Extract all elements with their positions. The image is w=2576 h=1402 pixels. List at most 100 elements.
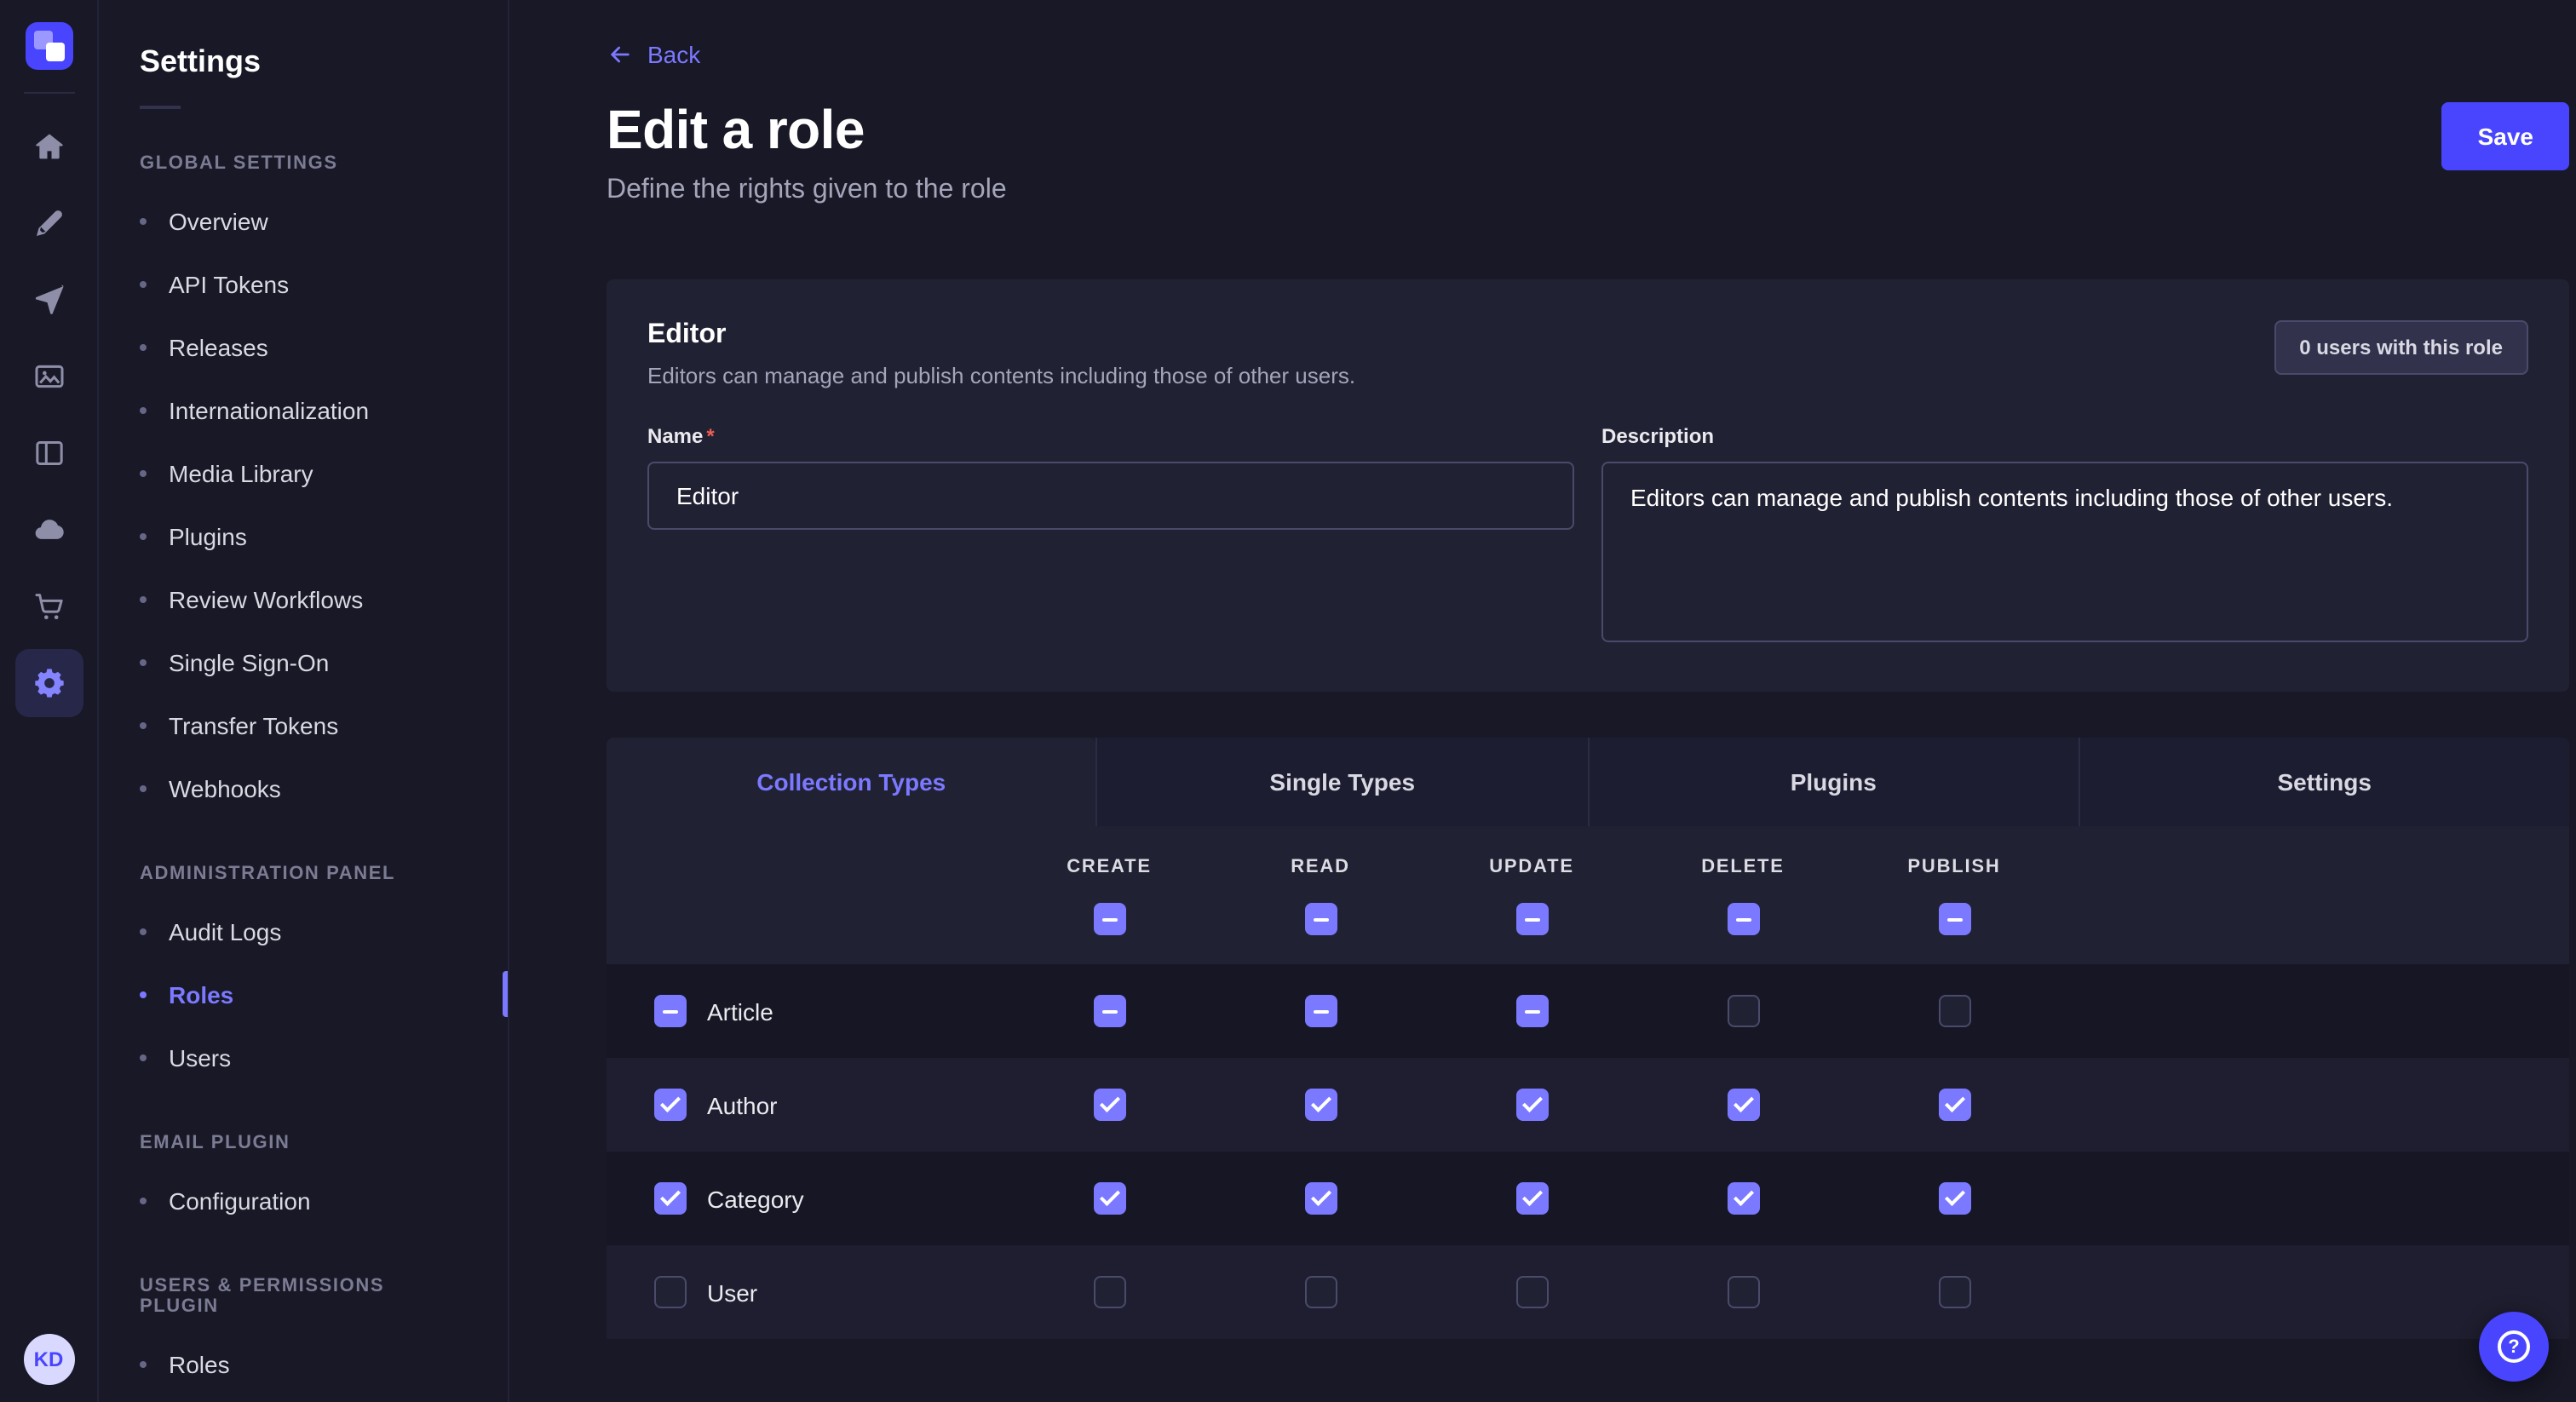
bullet-icon <box>140 928 147 934</box>
sidebar-item-review-workflows[interactable]: Review Workflows <box>99 567 508 630</box>
article-publish-checkbox[interactable] <box>1938 995 1970 1027</box>
bullet-icon <box>140 784 147 791</box>
sidebar-item-up-roles[interactable]: Roles <box>99 1332 508 1395</box>
sidebar-item-single-sign-on[interactable]: Single Sign-On <box>99 630 508 693</box>
item-label: Roles <box>169 980 233 1008</box>
back-arrow-icon <box>607 41 634 68</box>
media-library-icon[interactable] <box>14 342 83 410</box>
question-mark-icon: ? <box>2498 1330 2530 1363</box>
row-label: Category <box>707 1185 804 1212</box>
tab-label: Single Types <box>1269 768 1415 796</box>
user-avatar[interactable]: KD <box>23 1334 74 1385</box>
item-label: Audit Logs <box>169 917 281 945</box>
bullet-icon <box>140 721 147 728</box>
sidebar-item-webhooks[interactable]: Webhooks <box>99 756 508 819</box>
user-delete-checkbox[interactable] <box>1727 1276 1759 1308</box>
row-label: Article <box>707 997 773 1025</box>
author-update-checkbox[interactable] <box>1515 1089 1548 1121</box>
sidebar-section-administration-panel: ADMINISTRATION PANEL Audit Logs Roles Us… <box>99 836 508 1089</box>
page-subtitle: Define the rights given to the role <box>607 175 1007 206</box>
permission-row-user: User <box>607 1245 2569 1339</box>
name-input[interactable] <box>647 462 1574 530</box>
sidebar-item-overview[interactable]: Overview <box>99 189 508 252</box>
user-publish-checkbox[interactable] <box>1938 1276 1970 1308</box>
row-select-checkbox[interactable] <box>654 995 687 1027</box>
content-pen-icon[interactable] <box>14 188 83 256</box>
name-field-label: Name <box>647 424 703 448</box>
user-read-checkbox[interactable] <box>1304 1276 1337 1308</box>
user-update-checkbox[interactable] <box>1515 1276 1548 1308</box>
category-read-checkbox[interactable] <box>1304 1182 1337 1215</box>
sidebar-title: Settings <box>99 41 508 82</box>
row-select-checkbox[interactable] <box>654 1276 687 1308</box>
paper-plane-icon[interactable] <box>14 265 83 333</box>
category-publish-checkbox[interactable] <box>1938 1182 1970 1215</box>
sidebar-item-releases[interactable]: Releases <box>99 315 508 378</box>
home-icon[interactable] <box>14 112 83 180</box>
settings-gear-icon[interactable] <box>14 648 83 716</box>
select-all-publish-checkbox[interactable] <box>1938 903 1970 935</box>
column-header-update: UPDATE <box>1426 857 1637 877</box>
tab-settings[interactable]: Settings <box>2079 738 2570 826</box>
bullet-icon <box>140 991 147 997</box>
tab-collection-types[interactable]: Collection Types <box>607 738 1096 826</box>
sidebar-item-admin-roles[interactable]: Roles <box>99 962 508 1026</box>
sidebar-item-admin-users[interactable]: Users <box>99 1026 508 1089</box>
sidebar-item-api-tokens[interactable]: API Tokens <box>99 252 508 315</box>
sidebar-item-email-configuration[interactable]: Configuration <box>99 1169 508 1232</box>
category-create-checkbox[interactable] <box>1093 1182 1125 1215</box>
row-select-checkbox[interactable] <box>654 1089 687 1121</box>
select-all-delete-checkbox[interactable] <box>1727 903 1759 935</box>
sidebar-item-plugins[interactable]: Plugins <box>99 504 508 567</box>
content-manager-icon[interactable] <box>14 418 83 486</box>
item-label: Single Sign-On <box>169 648 329 675</box>
select-all-update-checkbox[interactable] <box>1515 903 1548 935</box>
article-read-checkbox[interactable] <box>1304 995 1337 1027</box>
marketplace-cart-icon[interactable] <box>14 572 83 640</box>
row-select-checkbox[interactable] <box>654 1182 687 1215</box>
help-button[interactable]: ? <box>2479 1312 2549 1382</box>
sidebar-section-users-permissions-plugin: USERS & PERMISSIONS PLUGIN Roles Provide… <box>99 1249 508 1402</box>
select-all-read-checkbox[interactable] <box>1304 903 1337 935</box>
users-with-role-badge[interactable]: 0 users with this role <box>2274 320 2528 375</box>
settings-sidebar: Settings GLOBAL SETTINGS Overview API To… <box>99 0 509 1402</box>
permission-row-category: Category <box>607 1152 2569 1245</box>
sidebar-title-divider <box>140 106 181 109</box>
description-field-label: Description <box>1601 424 1714 448</box>
item-label: Review Workflows <box>169 585 363 612</box>
item-label: Transfer Tokens <box>169 711 338 738</box>
role-description-text: Editors can manage and publish contents … <box>647 363 1355 388</box>
category-update-checkbox[interactable] <box>1515 1182 1548 1215</box>
app-root: KD Settings GLOBAL SETTINGS Overview API… <box>0 0 2576 1402</box>
sidebar-item-transfer-tokens[interactable]: Transfer Tokens <box>99 693 508 756</box>
article-create-checkbox[interactable] <box>1093 995 1125 1027</box>
category-delete-checkbox[interactable] <box>1727 1182 1759 1215</box>
strapi-logo[interactable] <box>25 22 72 70</box>
item-label: Internationalization <box>169 396 369 423</box>
permission-row-article: Article <box>607 964 2569 1058</box>
permissions-tabs: Collection Types Single Types Plugins Se… <box>607 738 2569 826</box>
select-all-create-checkbox[interactable] <box>1093 903 1125 935</box>
cloud-icon[interactable] <box>14 495 83 563</box>
author-publish-checkbox[interactable] <box>1938 1089 1970 1121</box>
tab-single-types[interactable]: Single Types <box>1096 738 1588 826</box>
sidebar-item-up-providers[interactable]: Providers <box>99 1395 508 1402</box>
sidebar-item-media-library[interactable]: Media Library <box>99 441 508 504</box>
article-update-checkbox[interactable] <box>1515 995 1548 1027</box>
role-name-heading: Editor <box>647 320 1355 351</box>
description-textarea[interactable]: Editors can manage and publish contents … <box>1601 462 2528 642</box>
tab-label: Plugins <box>1791 768 1877 796</box>
role-details-card: Editor Editors can manage and publish co… <box>607 279 2569 692</box>
sidebar-item-internationalization[interactable]: Internationalization <box>99 378 508 441</box>
user-create-checkbox[interactable] <box>1093 1276 1125 1308</box>
tab-plugins[interactable]: Plugins <box>1587 738 2079 826</box>
save-button[interactable]: Save <box>2442 102 2569 170</box>
author-delete-checkbox[interactable] <box>1727 1089 1759 1121</box>
author-read-checkbox[interactable] <box>1304 1089 1337 1121</box>
page-header: Edit a role Define the rights given to t… <box>607 99 2569 206</box>
author-create-checkbox[interactable] <box>1093 1089 1125 1121</box>
sidebar-item-audit-logs[interactable]: Audit Logs <box>99 899 508 962</box>
article-delete-checkbox[interactable] <box>1727 995 1759 1027</box>
back-link[interactable]: Back <box>607 41 700 68</box>
permissions-panel: CREATE READ UPDATE DELETE PUBLISH <box>607 826 2569 1339</box>
